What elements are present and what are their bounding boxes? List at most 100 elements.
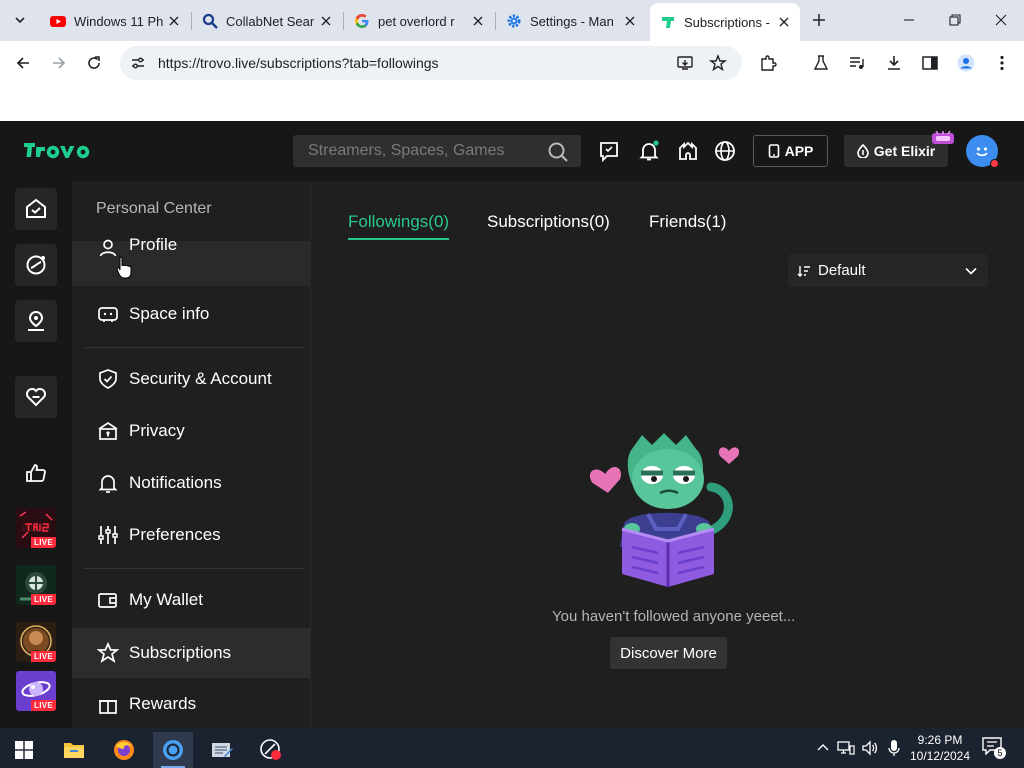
minimize-icon: [904, 19, 914, 21]
taskbar-chrome[interactable]: [153, 732, 193, 768]
cast-button[interactable]: [676, 139, 700, 163]
search-icon[interactable]: [547, 141, 569, 163]
install-app-icon[interactable]: [676, 54, 694, 72]
discover-more-button[interactable]: Discover More: [610, 637, 727, 669]
chevron-down-icon: [965, 267, 977, 275]
minimize-button[interactable]: [886, 0, 932, 40]
smiley-avatar-icon: [976, 147, 988, 157]
messages-button[interactable]: [597, 139, 621, 163]
downloads-button[interactable]: [882, 51, 906, 75]
windows-logo-icon: [15, 741, 33, 759]
lock-icon: [97, 420, 119, 442]
heart-icon: [26, 388, 46, 407]
close-tab-icon[interactable]: [470, 13, 486, 29]
restore-button[interactable]: [932, 0, 978, 40]
tray-network[interactable]: [836, 738, 856, 758]
live-channel-thumb[interactable]: LIVE: [16, 671, 56, 711]
live-channel-thumb[interactable]: LIVE: [16, 622, 56, 662]
live-channel-thumb[interactable]: LIVE: [16, 508, 56, 548]
browser-tab-settings[interactable]: Settings - Man: [496, 5, 646, 37]
browser-menu-button[interactable]: [990, 51, 1014, 75]
tab-followings[interactable]: Followings(0): [348, 212, 450, 240]
close-tab-icon[interactable]: [622, 13, 638, 29]
user-avatar[interactable]: [966, 135, 999, 168]
sidebar-item-preferences[interactable]: Preferences: [72, 513, 311, 557]
close-tab-icon[interactable]: [776, 14, 792, 30]
search-input[interactable]: [293, 135, 543, 167]
sort-icon: [797, 265, 810, 277]
account-icon: [957, 54, 975, 72]
notification-center-button[interactable]: 5: [982, 737, 1006, 759]
rail-following-button[interactable]: [15, 376, 57, 418]
taskbar-notepad[interactable]: [202, 732, 242, 768]
tray-microphone[interactable]: [884, 738, 904, 758]
sidebar-item-subscriptions[interactable]: Subscriptions: [72, 628, 311, 678]
sidebar-item-privacy[interactable]: Privacy: [72, 409, 311, 453]
address-bar[interactable]: https://trovo.live/subscriptions?tab=fol…: [120, 46, 742, 80]
chevron-up-icon: [817, 744, 829, 751]
taskbar-firefox[interactable]: [104, 732, 144, 768]
notepad-icon: [212, 743, 233, 757]
star-icon: [97, 642, 119, 664]
labs-button[interactable]: [809, 51, 833, 75]
tab-title: Windows 11 Ph: [74, 13, 164, 29]
start-button[interactable]: [4, 732, 44, 768]
elixir-promo-badge: [932, 131, 954, 144]
browser-tab-subscriptions[interactable]: Subscriptions -: [650, 3, 800, 41]
back-button[interactable]: [10, 51, 36, 75]
sort-dropdown[interactable]: Default: [788, 254, 988, 287]
taskbar-clock[interactable]: 9:26 PM 10/12/2024: [908, 732, 972, 764]
live-badge: LIVE: [31, 594, 56, 605]
sliders-icon: [97, 524, 119, 546]
extensions-button[interactable]: [756, 51, 780, 75]
live-channel-thumb[interactable]: LIVE: [16, 565, 56, 605]
tray-overflow-button[interactable]: [813, 738, 833, 758]
close-icon: [995, 14, 1007, 26]
sidebar-item-security[interactable]: Security & Account: [72, 357, 311, 401]
url-text: https://trovo.live/subscriptions?tab=fol…: [158, 55, 439, 71]
tab-search-menu[interactable]: [8, 8, 32, 32]
browser-tab-collabnet[interactable]: CollabNet Sear: [192, 5, 342, 37]
sidebar-item-notifications[interactable]: Notifications: [72, 461, 311, 505]
taskbar-file-explorer[interactable]: [54, 732, 94, 768]
media-controls-button[interactable]: [845, 51, 869, 75]
app-download-button[interactable]: APP: [753, 135, 828, 167]
reload-button[interactable]: [81, 51, 107, 75]
empty-state-text: You haven't followed anyone yeeet...: [552, 608, 796, 625]
arrow-left-icon: [16, 57, 29, 69]
sidebar-item-profile[interactable]: Profile: [72, 235, 311, 286]
site-info-icon[interactable]: [130, 55, 146, 71]
taskbar-recorder[interactable]: [251, 732, 291, 768]
bookmark-star-icon[interactable]: [709, 54, 727, 72]
sidebar-item-space-info[interactable]: Space info: [72, 292, 311, 336]
online-status-dot: [990, 159, 999, 168]
close-window-button[interactable]: [978, 0, 1024, 40]
trovo-logo[interactable]: [22, 137, 102, 163]
clock-time: 9:26 PM: [917, 733, 963, 747]
sidebar-divider: [84, 568, 304, 569]
close-tab-icon[interactable]: [318, 13, 334, 29]
tab-friends[interactable]: Friends(1): [649, 212, 726, 240]
language-button[interactable]: [713, 139, 737, 163]
explore-icon: [26, 255, 46, 275]
profile-button[interactable]: [954, 51, 978, 75]
forward-button[interactable]: [46, 51, 72, 75]
close-tab-icon[interactable]: [166, 13, 182, 29]
rail-recommended-button[interactable]: [15, 452, 57, 494]
side-panel-icon: [922, 56, 938, 70]
sidebar-item-rewards[interactable]: Rewards: [72, 682, 311, 726]
kebab-menu-icon: [1000, 55, 1004, 71]
notifications-button[interactable]: [637, 139, 661, 163]
browser-tab-youtube[interactable]: Windows 11 Ph: [40, 5, 190, 37]
browser-tab-google[interactable]: pet overlord r: [344, 5, 494, 37]
side-panel-button[interactable]: [918, 51, 942, 75]
rail-home-button[interactable]: [15, 188, 57, 230]
new-tab-button[interactable]: [808, 9, 830, 31]
rail-explore-button[interactable]: [15, 244, 57, 286]
sidebar-item-label: Privacy: [129, 421, 185, 440]
tray-volume[interactable]: [860, 738, 880, 758]
tab-subscriptions[interactable]: Subscriptions(0): [487, 212, 610, 240]
rail-nearby-button[interactable]: [15, 300, 57, 342]
sidebar-item-wallet[interactable]: My Wallet: [72, 578, 311, 622]
chevron-down-icon: [15, 17, 25, 24]
